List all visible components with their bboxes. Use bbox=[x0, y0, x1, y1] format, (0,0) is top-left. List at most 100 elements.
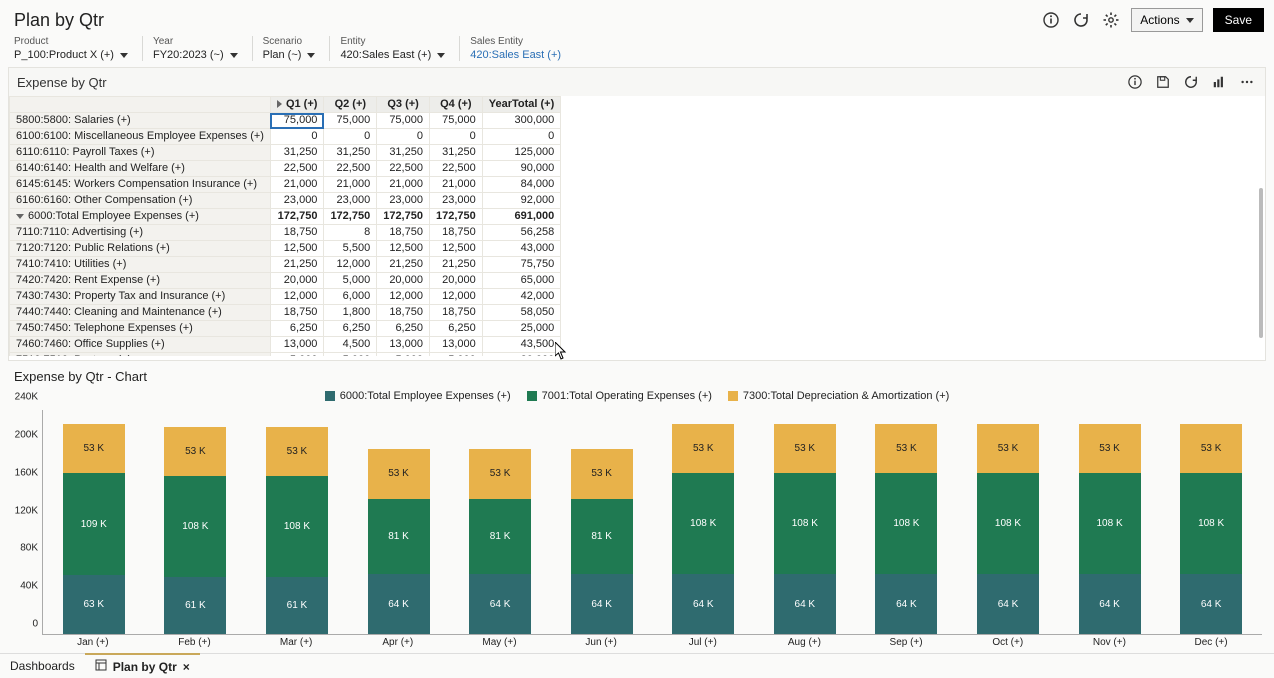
cell[interactable]: 18,750 bbox=[429, 305, 482, 321]
expand-icon[interactable] bbox=[277, 100, 282, 108]
cell[interactable]: 12,500 bbox=[270, 241, 323, 257]
row-header[interactable]: 6145:6145: Workers Compensation Insuranc… bbox=[10, 177, 271, 193]
row-header[interactable]: 5800:5800: Salaries (+) bbox=[10, 113, 271, 129]
cell[interactable]: 0 bbox=[377, 129, 430, 145]
cell[interactable]: 172,750 bbox=[324, 209, 377, 225]
bar[interactable]: 53 K81 K64 K bbox=[469, 410, 531, 634]
cell[interactable]: 75,750 bbox=[482, 257, 561, 273]
cell[interactable]: 31,250 bbox=[270, 145, 323, 161]
row-header[interactable]: 6110:6110: Payroll Taxes (+) bbox=[10, 145, 271, 161]
bar[interactable]: 53 K108 K61 K bbox=[266, 410, 328, 634]
bar[interactable]: 53 K108 K64 K bbox=[1180, 410, 1242, 634]
cell[interactable]: 18,750 bbox=[270, 225, 323, 241]
row-header[interactable]: 7120:7120: Public Relations (+) bbox=[10, 241, 271, 257]
cell[interactable]: 22,500 bbox=[429, 161, 482, 177]
table-row[interactable]: 5800:5800: Salaries (+)75,00075,00075,00… bbox=[10, 113, 561, 129]
more-icon[interactable] bbox=[1237, 72, 1257, 92]
cell[interactable]: 56,258 bbox=[482, 225, 561, 241]
cell[interactable]: 23,000 bbox=[377, 193, 430, 209]
cell[interactable]: 5,000 bbox=[324, 353, 377, 357]
cell[interactable]: 23,000 bbox=[429, 193, 482, 209]
cell[interactable]: 21,000 bbox=[270, 177, 323, 193]
cell[interactable]: 12,000 bbox=[270, 289, 323, 305]
bar[interactable]: 53 K109 K63 K bbox=[63, 410, 125, 634]
row-header[interactable]: 7110:7110: Advertising (+) bbox=[10, 225, 271, 241]
info-icon[interactable] bbox=[1041, 10, 1061, 30]
table-row[interactable]: 7110:7110: Advertising (+)18,750818,7501… bbox=[10, 225, 561, 241]
bar[interactable]: 53 K108 K64 K bbox=[672, 410, 734, 634]
cell[interactable]: 6,250 bbox=[324, 321, 377, 337]
cell[interactable]: 0 bbox=[324, 129, 377, 145]
table-row[interactable]: 7420:7420: Rent Expense (+)20,0005,00020… bbox=[10, 273, 561, 289]
cell[interactable]: 300,000 bbox=[482, 113, 561, 129]
cell[interactable]: 6,250 bbox=[429, 321, 482, 337]
column-header[interactable]: YearTotal (+) bbox=[482, 97, 561, 113]
cell[interactable]: 12,000 bbox=[324, 257, 377, 273]
column-header[interactable]: Q1 (+) bbox=[270, 97, 323, 113]
cell[interactable]: 21,000 bbox=[429, 177, 482, 193]
cell[interactable]: 65,000 bbox=[482, 273, 561, 289]
cell[interactable]: 172,750 bbox=[270, 209, 323, 225]
cell[interactable]: 18,750 bbox=[377, 225, 430, 241]
cell[interactable]: 4,500 bbox=[324, 337, 377, 353]
pov-value[interactable]: P_100:Product X (+) bbox=[14, 49, 128, 61]
chart-icon[interactable] bbox=[1209, 72, 1229, 92]
cell[interactable]: 18,750 bbox=[377, 305, 430, 321]
cell[interactable]: 23,000 bbox=[324, 193, 377, 209]
table-row[interactable]: 7430:7430: Property Tax and Insurance (+… bbox=[10, 289, 561, 305]
cell[interactable]: 25,000 bbox=[482, 321, 561, 337]
cell[interactable]: 8 bbox=[324, 225, 377, 241]
bar[interactable]: 53 K108 K64 K bbox=[774, 410, 836, 634]
actions-button[interactable]: Actions bbox=[1131, 8, 1202, 32]
cell[interactable]: 691,000 bbox=[482, 209, 561, 225]
table-row[interactable]: 6000:Total Employee Expenses (+)172,7501… bbox=[10, 209, 561, 225]
cell[interactable]: 20,000 bbox=[482, 353, 561, 357]
cell[interactable]: 23,000 bbox=[270, 193, 323, 209]
cell[interactable]: 18,750 bbox=[429, 225, 482, 241]
cell[interactable]: 20,000 bbox=[270, 273, 323, 289]
legend-item[interactable]: 6000:Total Employee Expenses (+) bbox=[325, 390, 511, 402]
cell[interactable]: 58,050 bbox=[482, 305, 561, 321]
row-header[interactable]: 7510:7510: Postage (+) bbox=[10, 353, 271, 357]
cell[interactable]: 12,000 bbox=[377, 289, 430, 305]
cell[interactable]: 31,250 bbox=[429, 145, 482, 161]
cell[interactable]: 31,250 bbox=[324, 145, 377, 161]
cell[interactable]: 42,000 bbox=[482, 289, 561, 305]
cell[interactable]: 22,500 bbox=[324, 161, 377, 177]
bar[interactable]: 53 K108 K64 K bbox=[875, 410, 937, 634]
cell[interactable]: 6,250 bbox=[377, 321, 430, 337]
row-header[interactable]: 6100:6100: Miscellaneous Employee Expens… bbox=[10, 129, 271, 145]
cell[interactable]: 12,000 bbox=[429, 289, 482, 305]
save-icon[interactable] bbox=[1153, 72, 1173, 92]
legend-item[interactable]: 7001:Total Operating Expenses (+) bbox=[527, 390, 712, 402]
cell[interactable]: 75,000 bbox=[429, 113, 482, 129]
cell[interactable]: 43,500 bbox=[482, 337, 561, 353]
table-row[interactable]: 7440:7440: Cleaning and Maintenance (+) 1… bbox=[10, 305, 561, 321]
refresh-icon[interactable] bbox=[1181, 72, 1201, 92]
grid-body[interactable]: Q1 (+)Q2 (+)Q3 (+)Q4 (+)YearTotal (+)580… bbox=[9, 96, 1265, 356]
gear-icon[interactable] bbox=[1101, 10, 1121, 30]
cell[interactable]: 21,250 bbox=[429, 257, 482, 273]
cell[interactable]: 125,000 bbox=[482, 145, 561, 161]
column-header[interactable]: Q2 (+) bbox=[324, 97, 377, 113]
row-header[interactable]: 7460:7460: Office Supplies (+) bbox=[10, 337, 271, 353]
cell[interactable]: 75,000 bbox=[270, 113, 323, 129]
cell[interactable]: 75,000 bbox=[324, 113, 377, 129]
row-header[interactable]: 7420:7420: Rent Expense (+) bbox=[10, 273, 271, 289]
cell[interactable]: 12,500 bbox=[377, 241, 430, 257]
cell[interactable]: 6,000 bbox=[324, 289, 377, 305]
table-row[interactable]: 7120:7120: Public Relations (+)12,5005,5… bbox=[10, 241, 561, 257]
cell[interactable]: 5,500 bbox=[324, 241, 377, 257]
pov-value[interactable]: FY20:2023 (~) bbox=[153, 49, 238, 61]
row-header[interactable]: 6000:Total Employee Expenses (+) bbox=[10, 209, 271, 225]
collapse-icon[interactable] bbox=[16, 214, 24, 219]
cell[interactable]: 21,000 bbox=[324, 177, 377, 193]
cell[interactable]: 12,500 bbox=[429, 241, 482, 257]
cell[interactable]: 20,000 bbox=[429, 273, 482, 289]
expense-table[interactable]: Q1 (+)Q2 (+)Q3 (+)Q4 (+)YearTotal (+)580… bbox=[9, 96, 561, 356]
cell[interactable]: 5,000 bbox=[429, 353, 482, 357]
row-header[interactable]: 7440:7440: Cleaning and Maintenance (+) bbox=[10, 305, 271, 321]
row-header[interactable]: 7450:7450: Telephone Expenses (+) bbox=[10, 321, 271, 337]
table-row[interactable]: 6160:6160: Other Compensation (+)23,0002… bbox=[10, 193, 561, 209]
table-row[interactable]: 6140:6140: Health and Welfare (+)22,5002… bbox=[10, 161, 561, 177]
